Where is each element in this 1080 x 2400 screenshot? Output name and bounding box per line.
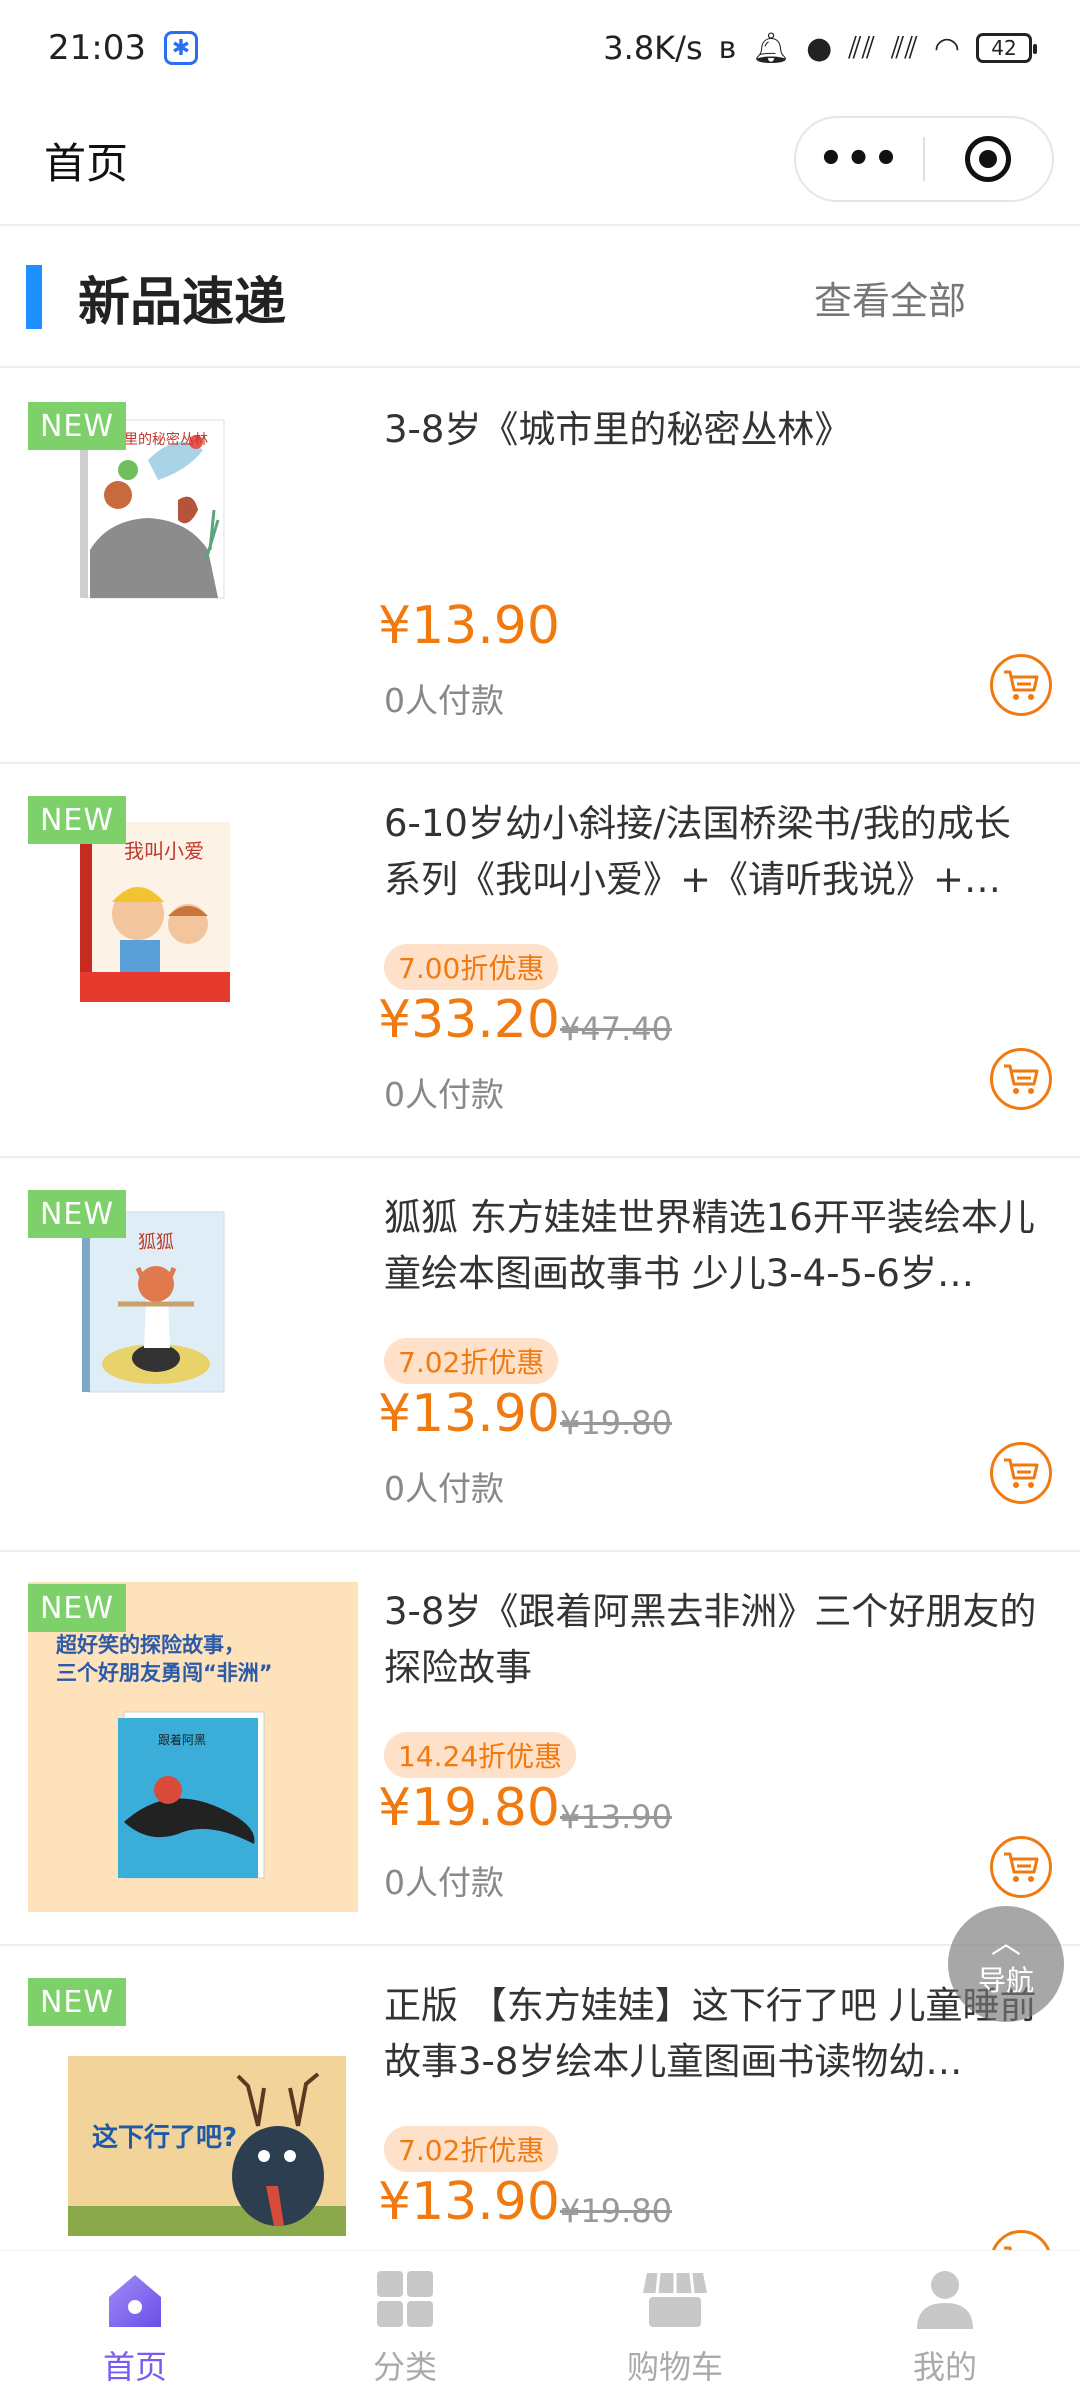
section-accent-bar — [26, 265, 42, 329]
cart-icon — [1004, 1852, 1039, 1882]
product-item[interactable]: 我叫小爱 NEW 6-10岁幼小斜接/法国桥梁书/我的成长系列《我叫小爱》+《请… — [0, 764, 1080, 1158]
chevron-up-icon: ︿ — [991, 1926, 1021, 1961]
app-badge-icon: ✱ — [163, 31, 198, 65]
floating-nav-label: 导航 — [977, 1964, 1034, 1997]
sold-count: 0人付款 — [384, 1863, 504, 1902]
product-price: ¥33.20 — [378, 990, 560, 1050]
battery-icon: 42 — [976, 33, 1037, 63]
add-to-cart-button[interactable] — [990, 1048, 1052, 1110]
cover-title: 我叫小爱 — [124, 839, 204, 863]
product-price: ¥13.90 — [378, 1384, 560, 1444]
status-bar: 21:03 ✱ 3.8K/s ʙ 🔔︎ ● ⫽⫽ ⫽⫽ ◠ 42 — [0, 0, 1080, 96]
close-button[interactable] — [925, 136, 1052, 182]
product-item[interactable]: 这下行了吧? NEW 正版 【东方娃娃】这下行了吧 儿童睡前故事3-8岁绘本儿童… — [0, 1946, 1080, 2250]
signal-icon: ⫽⫽ — [848, 30, 876, 66]
network-speed: 3.8K/s — [603, 29, 703, 67]
wifi-icon: ◠ — [933, 30, 960, 66]
signal-icon: ⫽⫽ — [891, 30, 918, 66]
add-to-cart-button[interactable] — [990, 654, 1052, 716]
new-badge: NEW — [28, 1584, 126, 1632]
cover-subtitle: 三个好朋友勇闯“非洲” — [56, 1661, 273, 1685]
product-name[interactable]: 3-8岁《城市里的秘密丛林》 — [384, 402, 1044, 458]
view-all-link[interactable]: 查看全部 — [814, 270, 966, 325]
more-button[interactable]: ••• — [796, 136, 923, 182]
new-badge: NEW — [28, 1190, 126, 1238]
product-item[interactable]: 超好笑的探险故事， 三个好朋友勇闯“非洲” 跟着阿黑 NEW 3-8岁《跟着阿黑… — [0, 1552, 1080, 1946]
original-price: ¥47.40 — [560, 1010, 672, 1048]
original-price: ¥19.80 — [560, 1404, 672, 1442]
tab-home[interactable]: 首页 — [0, 2251, 270, 2400]
cart-icon — [1004, 1064, 1039, 1094]
tab-mine[interactable]: 我的 — [810, 2251, 1080, 2400]
bluetooth-icon: ʙ — [718, 30, 736, 66]
product-name[interactable]: 正版 【东方娃娃】这下行了吧 儿童睡前故事3-8岁绘本儿童图画书读物幼… — [384, 1978, 1044, 2090]
mini-program-capsule: ••• — [794, 116, 1054, 202]
home-icon — [100, 2264, 170, 2334]
add-to-cart-button[interactable] — [990, 1836, 1052, 1898]
cover-title: 狐狐 — [138, 1232, 174, 1253]
status-right: 3.8K/s ʙ 🔔︎ ● ⫽⫽ ⫽⫽ ◠ 42 — [603, 29, 1037, 67]
product-price: ¥13.90 — [378, 2172, 560, 2232]
page-title: 首页 — [44, 138, 129, 188]
discount-badge: 14.24折优惠 — [384, 1732, 577, 1778]
cart-icon — [1004, 670, 1039, 700]
product-price: ¥13.90 — [378, 596, 560, 656]
product-item[interactable]: 城市里的秘密丛林 NEW 3-8岁《城市里的秘密丛林》 ¥13.90 0人付款 — [0, 370, 1080, 764]
panda-icon: ● — [806, 30, 833, 66]
tab-label: 我的 — [912, 2347, 977, 2386]
product-name[interactable]: 3-8岁《跟着阿黑去非洲》三个好朋友的探险故事 — [384, 1584, 1044, 1696]
title-bar: 首页 ••• — [0, 96, 1080, 226]
discount-badge: 7.02折优惠 — [384, 1338, 559, 1384]
add-to-cart-button[interactable] — [990, 2230, 1052, 2250]
section-title: 新品速递 — [78, 272, 287, 333]
original-price: ¥13.90 — [560, 1798, 672, 1836]
new-badge: NEW — [28, 1978, 126, 2026]
target-icon — [965, 136, 1012, 182]
original-price: ¥19.80 — [560, 2192, 672, 2230]
section-header: 新品速递 查看全部 — [0, 228, 1080, 368]
product-list: 城市里的秘密丛林 NEW 3-8岁《城市里的秘密丛林》 ¥13.90 0人付款 — [0, 370, 1080, 2250]
cover-title: 这下行了吧? — [92, 2122, 237, 2153]
bottom-tab-bar: 首页 分类 购物车 我的 — [0, 2250, 1080, 2400]
store-icon — [640, 2264, 710, 2334]
product-name[interactable]: 狐狐 东方娃娃世界精选16开平装绘本儿童绘本图画故事书 少儿3-4-5-6岁… — [384, 1190, 1044, 1302]
tab-cart[interactable]: 购物车 — [540, 2251, 810, 2400]
floating-nav-button[interactable]: ︿ 导航 — [948, 1906, 1064, 2022]
product-price: ¥19.80 — [378, 1778, 560, 1838]
sold-count: 0人付款 — [384, 1075, 504, 1114]
status-time: 21:03 — [48, 28, 146, 68]
new-badge: NEW — [28, 402, 126, 450]
tab-label: 购物车 — [626, 2347, 723, 2386]
new-badge: NEW — [28, 796, 126, 844]
cover-title: 超好笑的探险故事， — [56, 1633, 245, 1657]
cart-icon — [1004, 1458, 1039, 1488]
add-to-cart-button[interactable] — [990, 1442, 1052, 1504]
sold-count: 0人付款 — [384, 1469, 504, 1508]
user-icon — [910, 2264, 980, 2334]
discount-badge: 7.00折优惠 — [384, 944, 559, 990]
product-name[interactable]: 6-10岁幼小斜接/法国桥梁书/我的成长系列《我叫小爱》+《请听我说》+… — [384, 796, 1044, 908]
product-item[interactable]: 狐狐 NEW 狐狐 东方娃娃世界精选16开平装绘本儿童绘本图画故事书 少儿3-4… — [0, 1158, 1080, 1552]
discount-badge: 7.02折优惠 — [384, 2126, 559, 2172]
cover-book-title: 跟着阿黑 — [158, 1732, 206, 1747]
grid-icon — [370, 2264, 440, 2334]
sold-count: 0人付款 — [384, 681, 504, 720]
tab-label: 分类 — [372, 2347, 437, 2386]
tab-category[interactable]: 分类 — [270, 2251, 540, 2400]
bell-icon: 🔔︎ — [752, 30, 791, 66]
tab-label: 首页 — [102, 2347, 167, 2386]
